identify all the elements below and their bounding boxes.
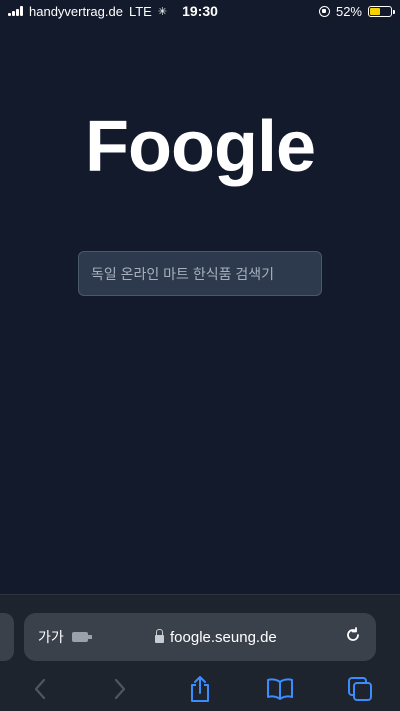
back-button[interactable] (18, 674, 62, 704)
battery-fill (370, 7, 381, 15)
page-settings-button[interactable]: 가가 (38, 627, 64, 647)
chevron-right-icon (114, 678, 126, 700)
share-icon (191, 676, 209, 702)
network-type: LTE (128, 3, 152, 19)
status-right: 52% (318, 3, 395, 19)
url-text: foogle.seung.de (170, 628, 277, 646)
forward-button[interactable] (98, 674, 142, 704)
share-button[interactable] (178, 674, 222, 704)
orientation-lock-icon (318, 5, 330, 17)
status-left: handyvertrag.de LTE ✳ (8, 4, 167, 19)
search-input[interactable]: 독일 온라인 마트 한식품 검색기 (78, 251, 322, 296)
carrier-name: handyvertrag.de (29, 3, 123, 19)
book-icon (267, 678, 293, 700)
address-bar[interactable]: 가가 foogle.seung.de (24, 613, 376, 661)
tabs-icon (348, 677, 372, 701)
status-time: 19:30 (182, 3, 218, 19)
battery-icon (368, 5, 395, 17)
battery-percent: 52% (335, 3, 362, 19)
lock-icon (155, 628, 164, 643)
activity-spinner-icon: ✳ (157, 5, 168, 18)
reload-icon[interactable] (344, 626, 362, 649)
chevron-left-icon (34, 678, 46, 700)
previous-tab-edge[interactable] (0, 613, 14, 661)
browser-toolbar (0, 672, 400, 706)
tabs-button[interactable] (338, 674, 382, 704)
site-logo: Foogle (85, 107, 316, 187)
extension-icon[interactable] (71, 632, 92, 642)
signal-icon (8, 6, 23, 16)
url-display[interactable]: foogle.seung.de (88, 628, 344, 646)
status-bar: handyvertrag.de LTE ✳ 19:30 52% (0, 0, 400, 22)
bookmarks-button[interactable] (258, 674, 302, 704)
